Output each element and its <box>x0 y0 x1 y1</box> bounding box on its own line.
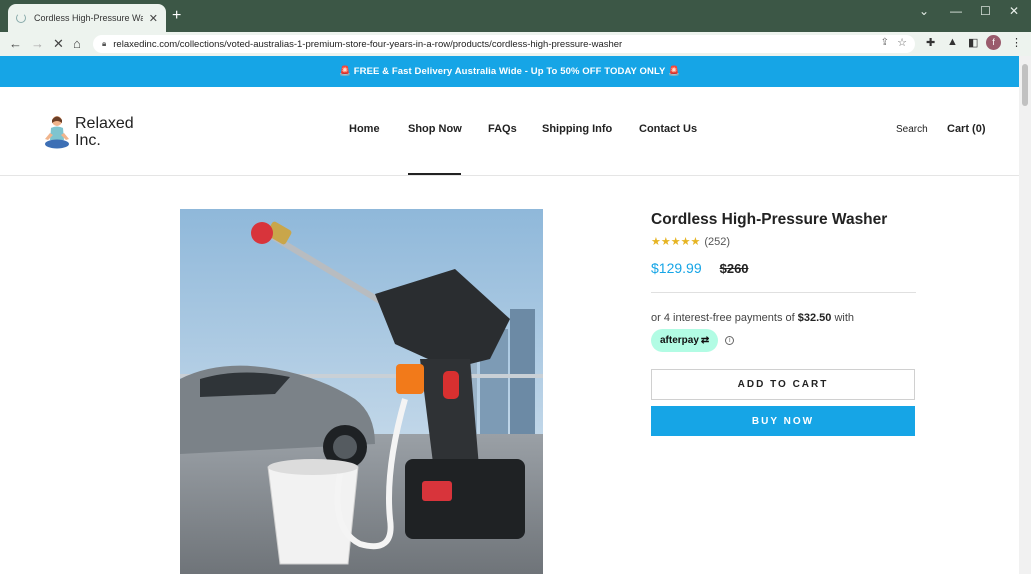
chrome-menu-icon[interactable]: ⋮ <box>1011 36 1022 49</box>
buy-now-button[interactable]: BUY NOW <box>651 406 915 436</box>
logo-text-line2: Inc. <box>75 132 101 149</box>
announcement-bar: 🚨 FREE & Fast Delivery Australia Wide - … <box>0 56 1019 87</box>
nav-home[interactable]: Home <box>349 123 380 135</box>
logo-text-line1: Relaxed <box>75 115 134 132</box>
page-scrollbar[interactable] <box>1019 56 1031 574</box>
product-info: Cordless High-Pressure Washer ★★★★★ (252… <box>651 211 916 436</box>
address-bar[interactable]: 🔒︎ relaxedinc.com/collections/voted-aust… <box>93 35 915 53</box>
extensions-puzzle-icon[interactable]: ✚ <box>926 36 935 49</box>
bookmark-star-icon[interactable]: ☆ <box>897 36 907 49</box>
star-rating-icon: ★★★★★ <box>651 236 701 248</box>
extension-icon[interactable]: ▲ <box>947 36 958 48</box>
nav-contact-us[interactable]: Contact Us <box>639 123 697 135</box>
info-icon[interactable]: i <box>725 336 735 345</box>
new-tab-icon[interactable]: + <box>172 8 181 24</box>
meditating-person-logo-icon <box>45 116 69 149</box>
sale-price: $129.99 <box>651 260 702 276</box>
cart-link[interactable]: Cart (0) <box>947 123 986 135</box>
afterpay-arrows-icon: ⇄ <box>700 335 710 346</box>
side-panel-icon[interactable]: ◧ <box>968 36 978 49</box>
active-nav-indicator <box>408 173 461 175</box>
close-tab-icon[interactable]: ✕ <box>149 12 158 25</box>
browser-titlebar: Cordless High-Pressure Washer ✕ + ⌄ — ☐ … <box>0 0 1031 32</box>
rating-row[interactable]: ★★★★★ (252) <box>651 235 916 249</box>
review-count: (252) <box>704 235 730 248</box>
home-icon[interactable]: ⌂ <box>73 36 81 52</box>
back-icon[interactable]: ← <box>9 36 22 52</box>
installments-suffix: with <box>834 312 855 324</box>
add-to-cart-button[interactable]: ADD TO CART <box>651 369 915 400</box>
product-title: Cordless High-Pressure Washer <box>651 211 888 228</box>
scrollbar-thumb[interactable] <box>1022 64 1028 106</box>
price-row: $129.99 $260 <box>651 260 916 276</box>
site-header: Relaxed Inc. Home Shop Now FAQs Shipping… <box>0 87 1019 176</box>
installment-amount: $32.50 <box>797 312 832 324</box>
afterpay-row: afterpay ⇄ i <box>651 329 916 352</box>
divider <box>651 292 916 293</box>
lock-icon: 🔒︎ <box>102 39 107 48</box>
tab-title: Cordless High-Pressure Washer <box>34 13 143 23</box>
afterpay-label: afterpay <box>660 335 699 346</box>
minimize-icon[interactable]: — <box>950 4 962 18</box>
share-icon[interactable]: ⇪ <box>881 37 889 48</box>
installments-prefix: or 4 interest-free payments of <box>651 312 795 324</box>
product-image[interactable] <box>180 209 543 574</box>
browser-toolbar: ← → ✕ ⌂ 🔒︎ relaxedinc.com/collections/vo… <box>0 32 1031 56</box>
webpage: 🚨 FREE & Fast Delivery Australia Wide - … <box>0 56 1019 574</box>
nav-shipping-info[interactable]: Shipping Info <box>542 123 612 135</box>
compare-at-price: $260 <box>719 261 749 276</box>
search-link[interactable]: Search <box>896 124 928 135</box>
url-text: relaxedinc.com/collections/voted-austral… <box>113 38 623 50</box>
stop-loading-icon[interactable]: ✕ <box>53 36 64 52</box>
nav-faqs[interactable]: FAQs <box>488 123 517 135</box>
forward-icon[interactable]: → <box>31 36 44 52</box>
maximize-icon[interactable]: ☐ <box>980 4 991 18</box>
afterpay-badge[interactable]: afterpay ⇄ <box>651 329 719 352</box>
browser-tab[interactable]: Cordless High-Pressure Washer ✕ <box>8 4 166 32</box>
close-window-icon[interactable]: ✕ <box>1009 4 1019 18</box>
loading-spinner-icon <box>16 13 26 23</box>
site-logo[interactable]: Relaxed Inc. <box>44 114 134 150</box>
installments-text: or 4 interest-free payments of $32.50 wi… <box>651 312 916 324</box>
nav-shop-now[interactable]: Shop Now <box>408 123 462 135</box>
profile-avatar[interactable]: f <box>986 35 1001 50</box>
tab-search-icon[interactable]: ⌄ <box>919 4 929 18</box>
